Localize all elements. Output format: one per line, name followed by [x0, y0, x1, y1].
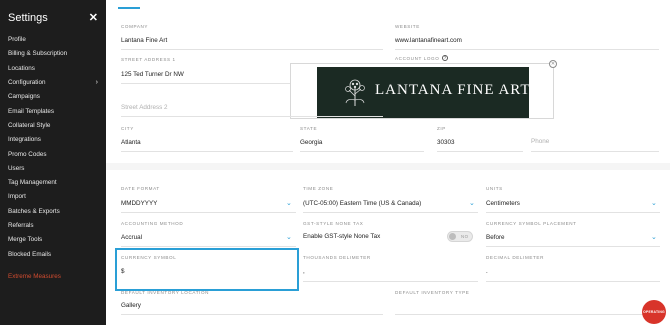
- sidebar-item-merge-tools[interactable]: Merge Tools: [8, 234, 98, 246]
- currency-symbol-highlight: [115, 248, 299, 291]
- street2-input[interactable]: Street Address 2: [121, 104, 168, 111]
- units-select[interactable]: Centimeters: [486, 200, 520, 207]
- thousands-delimeter-underline: [303, 281, 478, 282]
- default-inventory-location-underline: [121, 314, 383, 315]
- operating-status-badge[interactable]: OPERATING: [642, 300, 666, 324]
- sidebar-item-billing[interactable]: Billing & Subscription: [8, 48, 98, 60]
- default-inventory-type-underline: [395, 314, 659, 315]
- sidebar-item-tag-management[interactable]: Tag Management: [8, 177, 98, 189]
- zip-input[interactable]: 30303: [437, 139, 455, 146]
- sidebar-item-integrations[interactable]: Integrations: [8, 134, 98, 146]
- chevron-down-icon[interactable]: ⌄: [651, 233, 657, 241]
- gst-tax-text: Enable GST-style None Tax: [303, 233, 381, 240]
- decimal-delimeter-input[interactable]: .: [486, 268, 488, 275]
- account-logo-label: ACCOUNT LOGO: [395, 56, 440, 61]
- website-input[interactable]: www.lantanafineart.com: [395, 37, 462, 44]
- remove-logo-icon[interactable]: ✕: [549, 60, 557, 68]
- decimal-delimeter-label: DECIMAL DELIMETER: [486, 255, 545, 260]
- chevron-down-icon[interactable]: ⌄: [469, 199, 475, 207]
- accounting-method-underline: [121, 246, 296, 247]
- help-icon[interactable]: ?: [442, 55, 448, 61]
- close-icon[interactable]: ✕: [89, 10, 98, 26]
- city-underline: [121, 151, 293, 152]
- zip-label: ZIP: [437, 126, 446, 131]
- time-zone-underline: [303, 212, 478, 213]
- time-zone-label: TIME ZONE: [303, 186, 334, 191]
- active-tab-indicator: [118, 7, 140, 9]
- lantana-flower-icon: [345, 79, 365, 106]
- company-underline: [121, 49, 383, 50]
- time-zone-select[interactable]: (UTC-05:00) Eastern Time (US & Canada): [303, 200, 421, 207]
- phone-input[interactable]: Phone: [531, 138, 549, 145]
- gst-tax-label: GST-STYLE NONE TAX: [303, 221, 364, 226]
- street1-input[interactable]: 125 Ted Turner Dr NW: [121, 71, 184, 78]
- company-input[interactable]: Lantana Fine Art: [121, 37, 167, 44]
- sidebar-item-configuration[interactable]: Configuration ›: [8, 77, 98, 89]
- date-format-select[interactable]: MMDDYYYY: [121, 200, 157, 207]
- phone-underline: [531, 151, 659, 152]
- sidebar-item-import[interactable]: Import: [8, 191, 98, 203]
- sidebar-item-batches-exports[interactable]: Batches & Exports: [8, 206, 98, 218]
- state-label: STATE: [300, 126, 318, 131]
- toggle-knob: [449, 233, 456, 240]
- accounting-method-label: ACCOUNTING METHOD: [121, 221, 184, 226]
- state-input[interactable]: Georgia: [300, 139, 322, 146]
- zip-underline: [437, 151, 523, 152]
- city-label: CITY: [121, 126, 134, 131]
- sidebar-item-label: Configuration: [8, 79, 46, 86]
- sidebar-item-referrals[interactable]: Referrals: [8, 220, 98, 232]
- account-info-card: COMPANY Lantana Fine Art WEBSITE www.lan…: [106, 0, 670, 163]
- state-underline: [300, 151, 424, 152]
- sidebar-item-promo-codes[interactable]: Promo Codes: [8, 149, 98, 161]
- company-label: COMPANY: [121, 24, 149, 29]
- decimal-delimeter-underline: [486, 281, 660, 282]
- account-logo-image: LANTANA FINE ART: [317, 67, 531, 118]
- sidebar-item-email-templates[interactable]: Email Templates: [8, 106, 98, 118]
- sidebar-item-extreme-measures[interactable]: Extreme Measures: [8, 271, 98, 283]
- website-underline: [395, 49, 659, 50]
- thousands-delimeter-input[interactable]: ,: [303, 268, 305, 275]
- website-label: WEBSITE: [395, 24, 420, 29]
- chevron-down-icon[interactable]: ⌄: [651, 199, 657, 207]
- settings-sidebar: Settings ✕ Profile Billing & Subscriptio…: [0, 0, 106, 325]
- street2-underline: [121, 116, 383, 117]
- accounting-method-select[interactable]: Accrual: [121, 234, 142, 241]
- currency-placement-select[interactable]: Before: [486, 234, 505, 241]
- sidebar-item-blocked-emails[interactable]: Blocked Emails: [8, 249, 98, 261]
- city-input[interactable]: Atlanta: [121, 139, 141, 146]
- logo-wordmark: LANTANA FINE ART: [375, 82, 531, 98]
- sidebar-item-profile[interactable]: Profile: [8, 34, 98, 46]
- gst-tax-toggle[interactable]: NO: [447, 231, 473, 242]
- currency-placement-label: CURRENCY SYMBOL PLACEMENT: [486, 221, 577, 226]
- chevron-down-icon[interactable]: ⌄: [286, 199, 292, 207]
- sidebar-title: Settings: [8, 12, 48, 24]
- sidebar-item-campaigns[interactable]: Campaigns: [8, 91, 98, 103]
- default-inventory-type-label: DEFAULT INVENTORY TYPE: [395, 290, 470, 295]
- thousands-delimeter-label: THOUSANDS DELIMETER: [303, 255, 371, 260]
- currency-placement-underline: [486, 246, 660, 247]
- chevron-right-icon: ›: [95, 79, 98, 86]
- sidebar-item-locations[interactable]: Locations: [8, 63, 98, 75]
- sidebar-header: Settings ✕: [8, 10, 98, 26]
- street1-label: STREET ADDRESS 1: [121, 57, 176, 62]
- account-logo-dropzone[interactable]: LANTANA FINE ART ✕: [290, 60, 557, 119]
- date-format-underline: [121, 212, 296, 213]
- sidebar-item-collateral-style[interactable]: Collateral Style: [8, 120, 98, 132]
- date-format-label: DATE FORMAT: [121, 186, 160, 191]
- units-underline: [486, 212, 660, 213]
- default-inventory-location-select[interactable]: Gallery: [121, 302, 141, 309]
- sidebar-item-users[interactable]: Users: [8, 163, 98, 175]
- toggle-state-text: NO: [461, 234, 469, 239]
- units-label: UNITS: [486, 186, 503, 191]
- chevron-down-icon[interactable]: ⌄: [286, 233, 292, 241]
